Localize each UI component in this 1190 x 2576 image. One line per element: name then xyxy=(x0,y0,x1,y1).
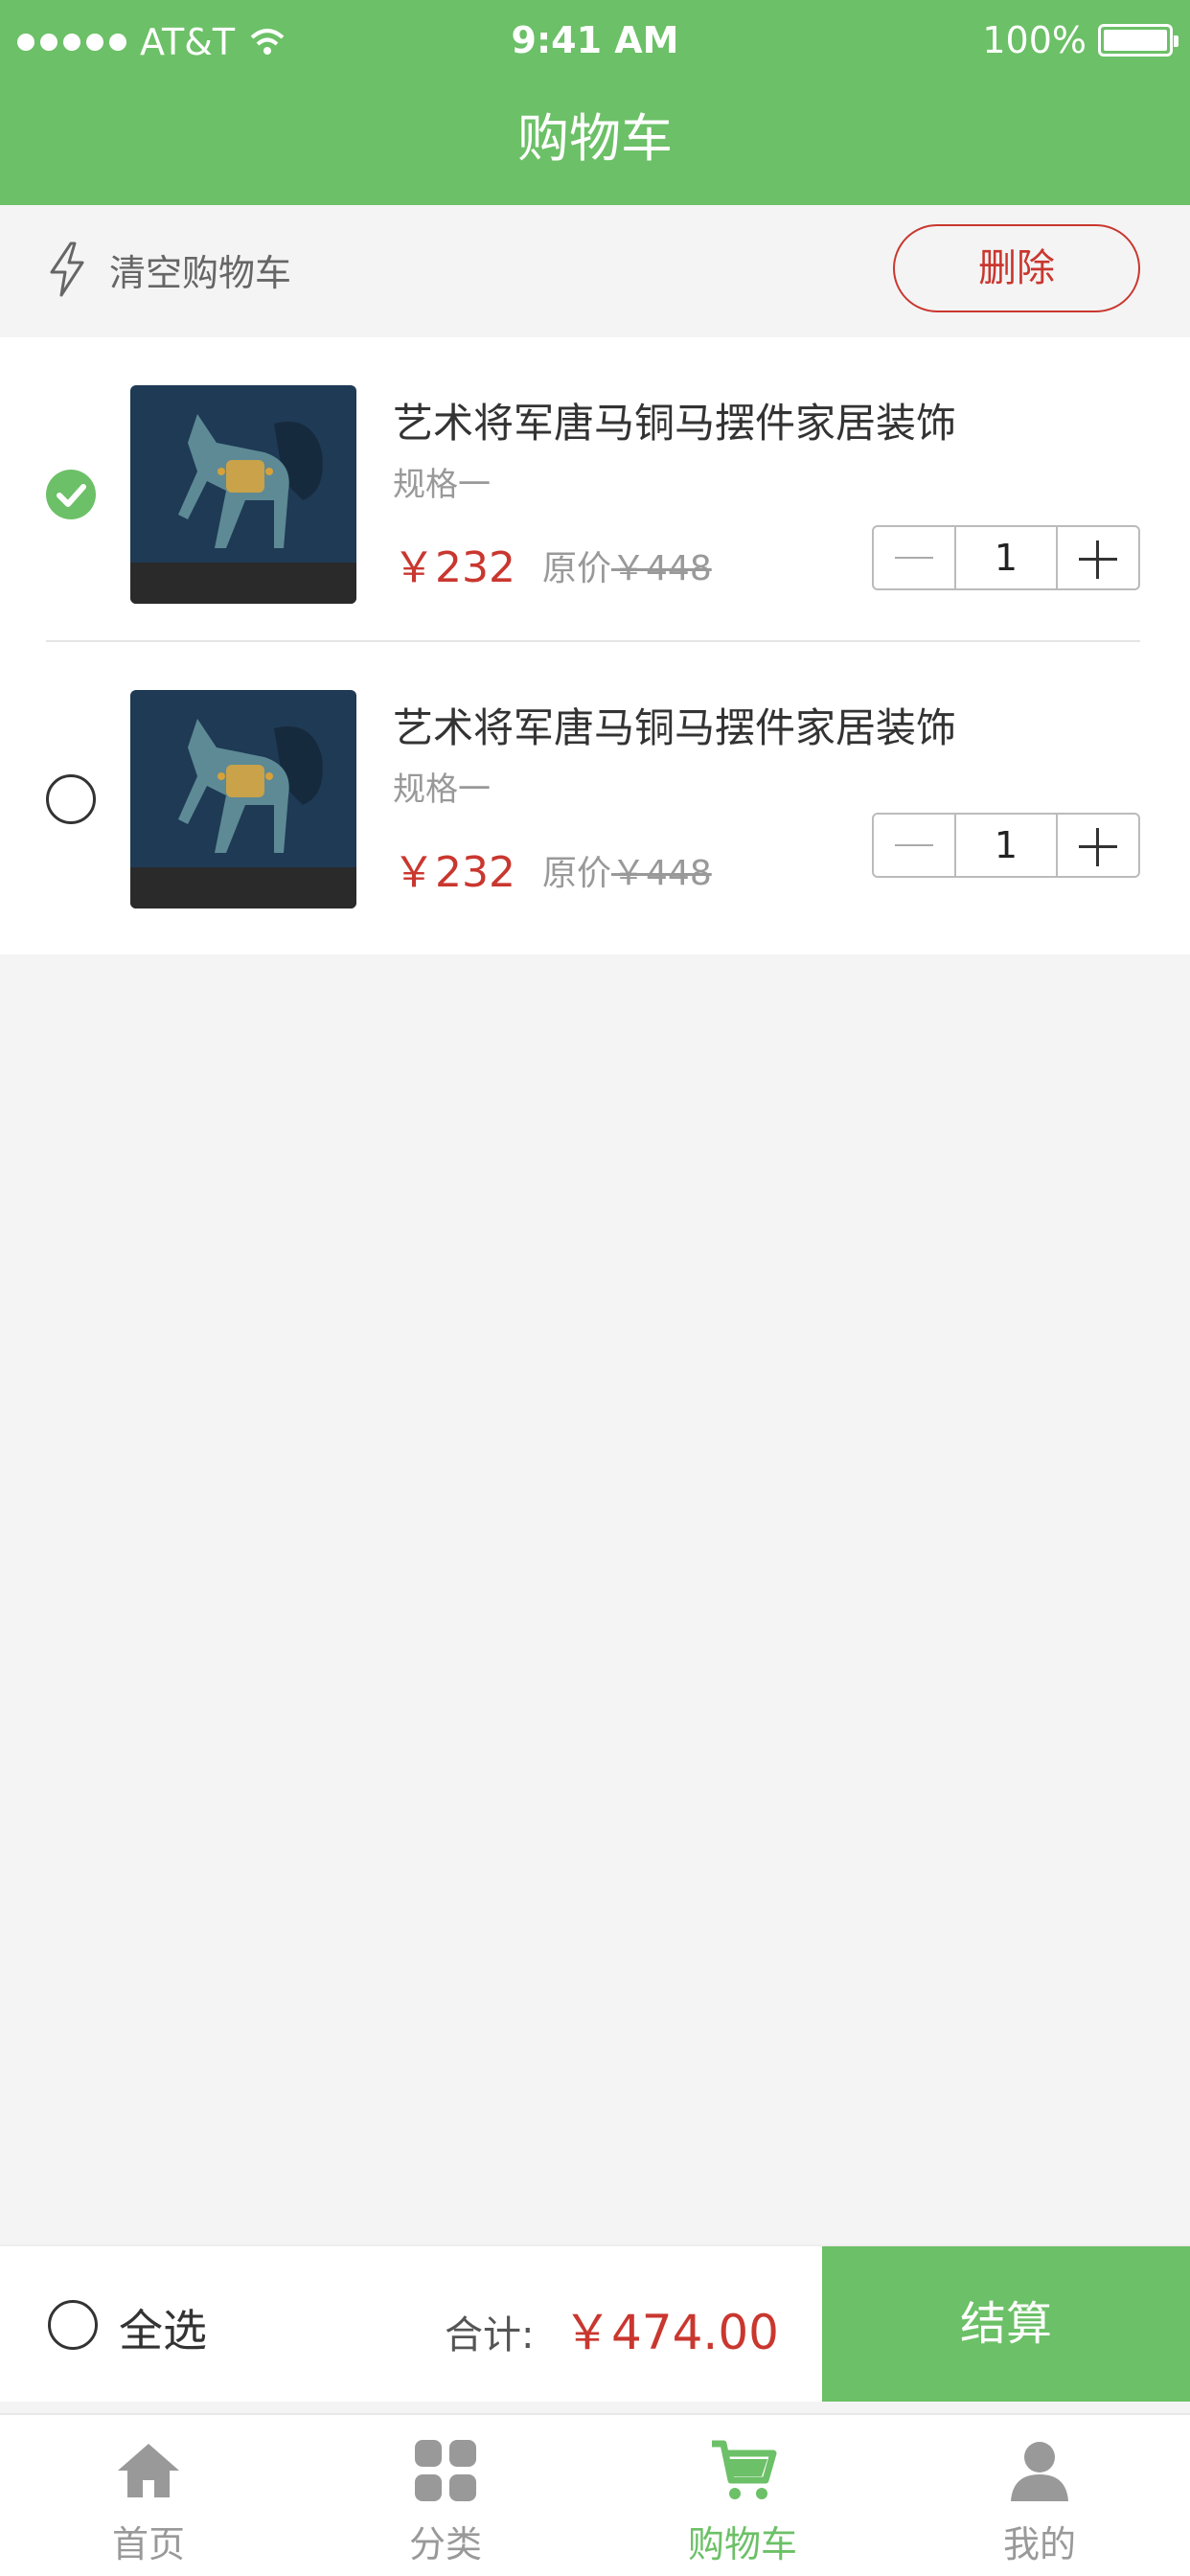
header: AT&T 9:41 AM 100% 购物车 xyxy=(0,0,1190,205)
tab-home[interactable]: 首页 xyxy=(0,2415,297,2576)
page-title: 购物车 xyxy=(517,108,673,169)
total-label: 合计: xyxy=(445,2313,535,2358)
quantity-stepper: 1 xyxy=(872,813,1140,878)
tab-label: 我的 xyxy=(1002,2523,1076,2565)
product-spec: 规格一 xyxy=(393,770,491,809)
lightning-icon xyxy=(50,242,84,297)
cart-toolbar: 清空购物车 删除 xyxy=(0,205,1190,334)
item-checkbox[interactable] xyxy=(46,774,96,824)
clear-cart-label: 清空购物车 xyxy=(109,251,292,294)
checkout-bar: 全选 合计: ￥474.00 结算 xyxy=(0,2244,1190,2402)
increase-button[interactable] xyxy=(1058,527,1138,588)
select-all-label[interactable]: 全选 xyxy=(119,2296,207,2359)
cart-item: 艺术将军唐马铜马摆件家居装饰 规格一 ￥232 原价￥448 1 xyxy=(0,337,1190,642)
decrease-button[interactable] xyxy=(874,815,954,876)
battery-icon xyxy=(1098,24,1179,57)
battery-percent: 100% xyxy=(982,19,1087,61)
cart-item: 艺术将军唐马铜马摆件家居装饰 规格一 ￥232 原价￥448 1 xyxy=(0,642,1190,947)
tab-profile[interactable]: 我的 xyxy=(891,2415,1188,2576)
tab-label: 分类 xyxy=(408,2523,482,2565)
tab-label: 首页 xyxy=(111,2523,185,2565)
quantity-stepper: 1 xyxy=(872,525,1140,590)
checkmark-icon xyxy=(57,484,86,507)
original-price: 原价￥448 xyxy=(542,540,712,590)
tab-bar: 首页 分类 购物车 我的 xyxy=(0,2413,1190,2576)
product-name[interactable]: 艺术将军唐马铜马摆件家居装饰 xyxy=(393,391,956,449)
tab-cart[interactable]: 购物车 xyxy=(594,2415,891,2576)
tab-category[interactable]: 分类 xyxy=(297,2415,594,2576)
category-icon xyxy=(415,2440,476,2501)
original-price-value: ￥448 xyxy=(611,854,712,893)
status-bar: AT&T 9:41 AM 100% xyxy=(0,13,1190,67)
original-price-label: 原价 xyxy=(542,549,612,588)
original-price-label: 原价 xyxy=(542,854,612,893)
checkout-button[interactable]: 结算 xyxy=(822,2246,1190,2402)
tab-label: 购物车 xyxy=(687,2523,797,2565)
product-price: ￥232 xyxy=(393,543,515,592)
select-all-checkbox[interactable] xyxy=(48,2300,98,2350)
cart-list: 艺术将军唐马铜马摆件家居装饰 规格一 ￥232 原价￥448 1 艺术将军唐马铜… xyxy=(0,337,1190,954)
profile-icon xyxy=(1011,2442,1068,2501)
decrease-button[interactable] xyxy=(874,527,954,588)
cart-icon xyxy=(712,2440,777,2499)
product-name[interactable]: 艺术将军唐马铜马摆件家居装饰 xyxy=(393,696,956,754)
increase-button[interactable] xyxy=(1058,815,1138,876)
product-image[interactable] xyxy=(130,385,356,604)
quantity-value[interactable]: 1 xyxy=(954,815,1058,876)
total-value: ￥474.00 xyxy=(563,2305,779,2360)
original-price-value: ￥448 xyxy=(611,549,712,588)
home-icon xyxy=(118,2444,179,2497)
delete-button[interactable]: 删除 xyxy=(893,224,1140,312)
quantity-value[interactable]: 1 xyxy=(954,527,1058,588)
product-image[interactable] xyxy=(130,690,356,908)
clear-cart-button[interactable]: 清空购物车 xyxy=(46,242,291,297)
original-price: 原价￥448 xyxy=(542,845,712,895)
product-price: ￥232 xyxy=(393,848,515,897)
product-spec: 规格一 xyxy=(393,466,491,504)
item-checkbox-checked[interactable] xyxy=(46,470,96,519)
